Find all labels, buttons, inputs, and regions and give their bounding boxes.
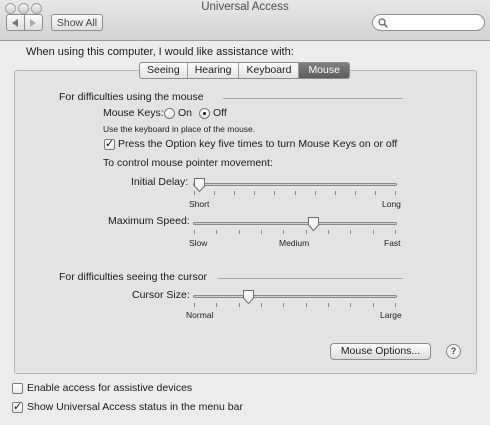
slider-tick <box>283 230 284 234</box>
slider-track <box>193 183 397 186</box>
slider-tick <box>315 191 316 195</box>
tab-hearing[interactable]: Hearing <box>188 63 240 78</box>
slider-tick <box>375 191 376 195</box>
slider-thumb[interactable] <box>307 216 320 232</box>
slider-tick <box>239 230 240 234</box>
slider-tick <box>261 303 262 307</box>
section-divider <box>223 98 403 99</box>
initial-delay-max-label: Long <box>382 199 401 209</box>
intro-text: When using this computer, I would like a… <box>26 46 294 58</box>
slider-tick <box>274 191 275 195</box>
tab-mouse[interactable]: Mouse <box>299 63 349 78</box>
mouse-keys-off-label: Off <box>213 107 227 119</box>
slider-tick <box>261 230 262 234</box>
back-arrow-icon <box>12 19 18 27</box>
show-all-button[interactable]: Show All <box>51 14 103 31</box>
tab-bar: Seeing Hearing Keyboard Mouse <box>139 62 350 79</box>
slider-tick <box>234 191 235 195</box>
max-speed-mid-label: Medium <box>279 238 310 248</box>
slider-tick <box>283 303 284 307</box>
forward-arrow-icon <box>30 19 36 27</box>
window-toolbar: Universal Access Show All <box>0 0 490 41</box>
slider-tick <box>395 191 396 195</box>
slider-track <box>193 222 397 225</box>
max-speed-max-label: Fast <box>384 238 401 248</box>
slider-tick <box>216 303 217 307</box>
slider-tick <box>254 191 255 195</box>
mouse-options-button[interactable]: Mouse Options... <box>330 343 431 360</box>
slider-tick <box>214 191 215 195</box>
menubar-status-label: Show Universal Access status in the menu… <box>27 401 243 413</box>
cursor-size-min-label: Normal <box>186 310 214 320</box>
slider-tick <box>373 230 374 234</box>
search-icon <box>378 18 388 28</box>
slider-tick <box>355 191 356 195</box>
slider-tick <box>295 191 296 195</box>
slider-tick <box>328 230 329 234</box>
slider-tick <box>306 303 307 307</box>
tab-keyboard[interactable]: Keyboard <box>239 63 300 78</box>
slider-tick <box>350 303 351 307</box>
window-title: Universal Access <box>201 1 289 13</box>
forward-button[interactable] <box>24 14 43 31</box>
slider-track <box>193 295 397 298</box>
slider-tick <box>194 303 195 307</box>
slider-tick <box>216 230 217 234</box>
help-button[interactable]: ? <box>446 344 461 359</box>
mouse-keys-on-radio[interactable] <box>164 108 175 119</box>
back-button[interactable] <box>6 14 25 31</box>
tab-seeing[interactable]: Seeing <box>140 63 188 78</box>
slider-tick <box>373 303 374 307</box>
cursor-section-title: For difficulties seeing the cursor <box>59 271 208 283</box>
slider-tick <box>395 303 396 307</box>
slider-tick <box>239 303 240 307</box>
cursor-size-max-label: Large <box>380 310 402 320</box>
mouse-section-title: For difficulties using the mouse <box>59 91 204 103</box>
assistive-devices-checkbox[interactable] <box>12 383 23 394</box>
cursor-size-label: Cursor Size: <box>132 289 190 301</box>
initial-delay-label: Initial Delay: <box>131 176 189 188</box>
mouse-keys-on-label: On <box>178 107 193 119</box>
pointer-control-label: To control mouse pointer movement: <box>103 157 273 169</box>
slider-tick <box>395 230 396 234</box>
assistive-devices-label: Enable access for assistive devices <box>27 382 193 394</box>
mouse-keys-label: Mouse Keys: <box>103 107 164 119</box>
mouse-keys-off-radio[interactable] <box>199 108 210 119</box>
slider-tick <box>335 191 336 195</box>
option-key-label: Press the Option key five times to turn … <box>118 138 398 150</box>
search-field[interactable] <box>372 14 485 31</box>
option-key-checkbox[interactable] <box>104 137 115 150</box>
max-speed-min-label: Slow <box>189 238 208 248</box>
slider-tick <box>328 303 329 307</box>
slider-tick <box>194 230 195 234</box>
slider-thumb[interactable] <box>242 289 255 305</box>
initial-delay-min-label: Short <box>189 199 210 209</box>
mouse-keys-hint: Use the keyboard in place of the mouse. <box>103 124 256 134</box>
slider-thumb[interactable] <box>193 177 206 193</box>
max-speed-label: Maximum Speed: <box>108 215 190 227</box>
section-divider <box>218 278 403 279</box>
slider-tick <box>350 230 351 234</box>
menubar-status-checkbox[interactable] <box>12 400 23 413</box>
